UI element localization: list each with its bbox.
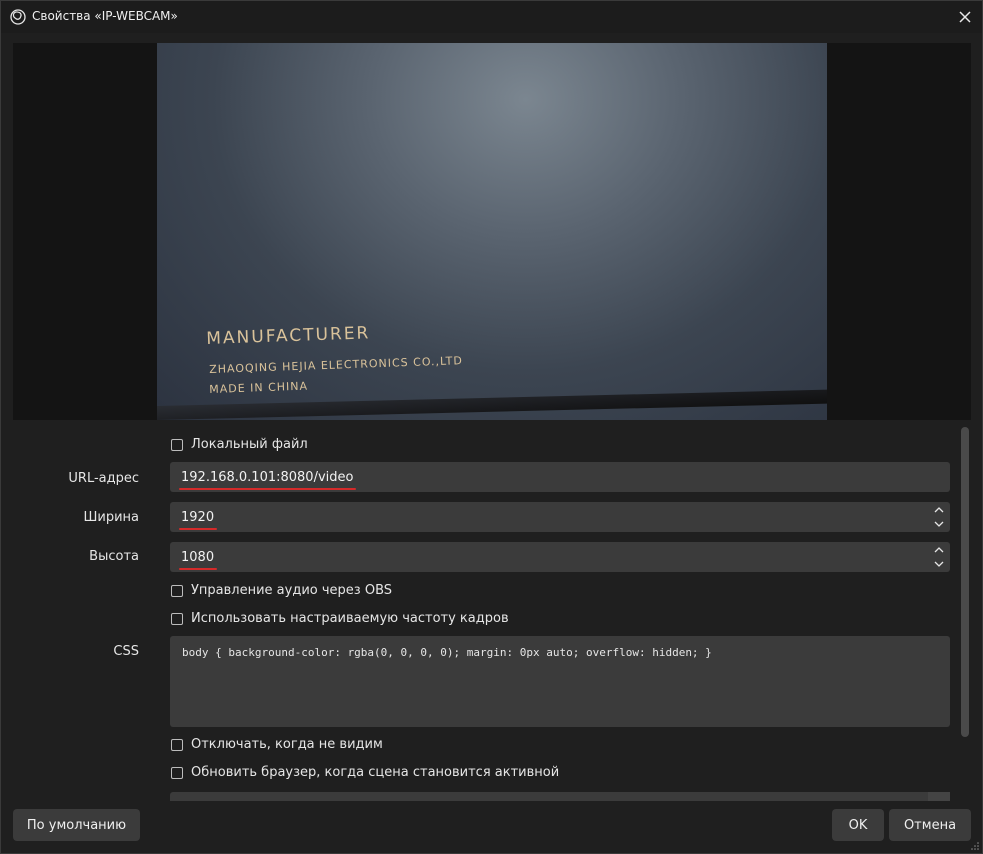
- title-bar: Свойства «IP-WEBCAM»: [1, 1, 982, 33]
- custom-fps-label: Использовать настраиваемую частоту кадро…: [191, 611, 509, 626]
- css-textarea[interactable]: body { background-color: rgba(0, 0, 0, 0…: [170, 636, 950, 727]
- chevron-down-icon: [934, 561, 944, 567]
- camera-text-title: MANUFACTURER: [206, 323, 371, 349]
- camera-text-line2: MADE IN CHINA: [209, 379, 309, 396]
- width-increment-button[interactable]: [928, 503, 950, 517]
- shutdown-hidden-label: Отключать, когда не видим: [191, 737, 383, 752]
- close-button[interactable]: [954, 6, 976, 28]
- cancel-button[interactable]: Отмена: [889, 809, 971, 841]
- shutdown-hidden-checkbox[interactable]: Отключать, когда не видим: [171, 737, 383, 752]
- properties-dialog: Свойства «IP-WEBCAM» MANUFACTURER ZHAOQI…: [0, 0, 983, 854]
- scrollbar-thumb[interactable]: [961, 427, 969, 737]
- local-file-label: Локальный файл: [191, 437, 308, 452]
- height-spin-buttons: [928, 542, 950, 572]
- chevron-down-icon: [934, 521, 944, 527]
- url-value: 192.168.0.101:8080/video: [178, 469, 357, 490]
- defaults-button[interactable]: По умолчанию: [13, 809, 140, 841]
- window-title: Свойства «IP-WEBCAM»: [32, 9, 178, 23]
- width-spinbox[interactable]: 1920: [170, 502, 950, 532]
- height-value: 1080: [178, 549, 218, 570]
- audio-control-label: Управление аудио через OBS: [191, 583, 393, 598]
- height-decrement-button[interactable]: [928, 557, 950, 571]
- height-spinbox[interactable]: 1080: [170, 542, 950, 572]
- resize-grip-icon[interactable]: [971, 842, 979, 850]
- next-field-spin-stub: [928, 792, 950, 801]
- css-label: CSS: [113, 644, 139, 659]
- refresh-active-label: Обновить браузер, когда сцена становится…: [191, 765, 560, 780]
- chevron-up-icon: [934, 547, 944, 553]
- camera-text-line1: ZHAOQING HEJIA ELECTRONICS CO.,LTD: [209, 354, 464, 376]
- url-input[interactable]: 192.168.0.101:8080/video: [170, 462, 950, 492]
- local-file-checkbox[interactable]: Локальный файл: [171, 437, 308, 452]
- url-label: URL-адрес: [68, 471, 139, 486]
- refresh-active-checkbox-box[interactable]: [171, 766, 183, 779]
- refresh-active-checkbox[interactable]: Обновить браузер, когда сцена становится…: [171, 765, 559, 780]
- shutdown-hidden-checkbox-box[interactable]: [171, 738, 183, 751]
- local-file-checkbox-box[interactable]: [171, 438, 183, 451]
- source-preview: MANUFACTURER ZHAOQING HEJIA ELECTRONICS …: [13, 43, 971, 420]
- properties-panel: Локальный файл URL-адрес 192.168.0.101:8…: [1, 425, 959, 801]
- obs-logo-icon: [10, 9, 26, 25]
- height-increment-button[interactable]: [928, 543, 950, 557]
- ok-button[interactable]: OK: [832, 809, 884, 841]
- height-label: Высота: [89, 549, 139, 564]
- camera-preview-image: MANUFACTURER ZHAOQING HEJIA ELECTRONICS …: [157, 43, 827, 420]
- audio-control-checkbox[interactable]: Управление аудио через OBS: [171, 583, 392, 598]
- properties-scrollbar[interactable]: [959, 425, 971, 801]
- custom-fps-checkbox[interactable]: Использовать настраиваемую частоту кадро…: [171, 611, 509, 626]
- custom-fps-checkbox-box[interactable]: [171, 612, 183, 625]
- width-decrement-button[interactable]: [928, 517, 950, 531]
- width-spin-buttons: [928, 502, 950, 532]
- width-label: Ширина: [83, 510, 139, 525]
- audio-control-checkbox-box[interactable]: [171, 584, 183, 597]
- next-field-partial[interactable]: [170, 792, 950, 801]
- width-value: 1920: [178, 509, 218, 530]
- chevron-up-icon: [934, 507, 944, 513]
- close-icon: [959, 11, 971, 23]
